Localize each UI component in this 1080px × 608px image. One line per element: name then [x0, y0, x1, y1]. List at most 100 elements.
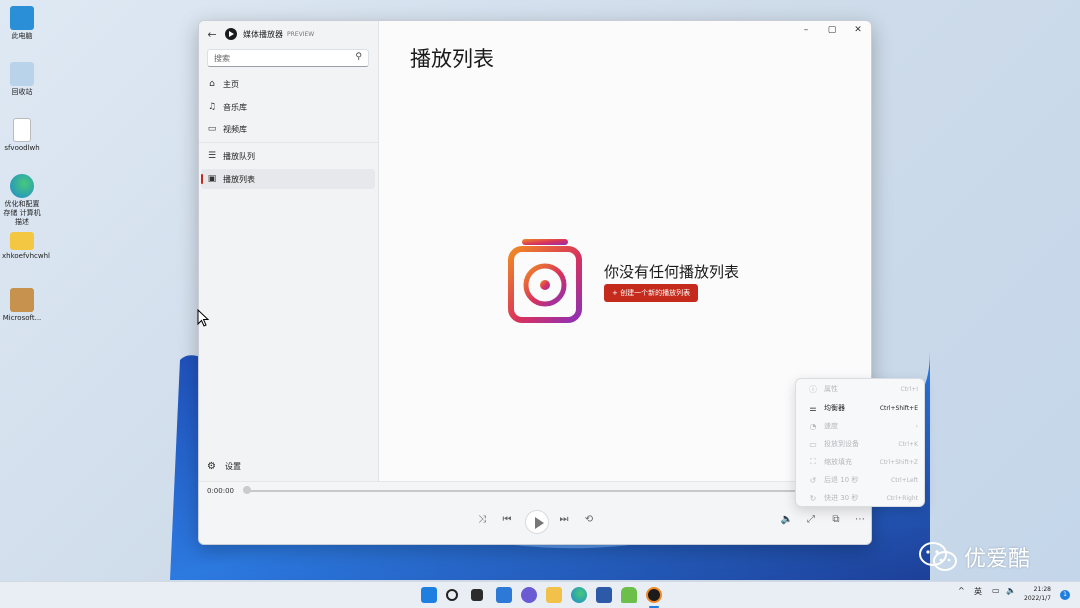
desktop-icon-recycle-bin[interactable]: 回收站 — [2, 62, 42, 97]
menu-item-zoom-fill[interactable]: ⛶ 缩放填充 Ctrl+Shift+Z — [796, 453, 926, 471]
shuffle-icon[interactable]: ⤨ — [472, 514, 492, 525]
equalizer-icon: ⚌ — [809, 403, 817, 413]
minimize-icon[interactable]: – — [793, 25, 819, 35]
desktop-icon-package[interactable]: Microsoft... — [2, 288, 42, 323]
nav-item-label: 音乐库 — [223, 102, 247, 112]
home-icon: ⌂ — [209, 79, 215, 89]
computer-icon — [10, 6, 34, 30]
seek-bar[interactable] — [247, 490, 807, 492]
nav-item-music-library[interactable]: ♫ 音乐库 — [201, 97, 375, 117]
create-playlist-button[interactable]: + 创建一个新的播放列表 — [604, 284, 699, 302]
video-icon: ▭ — [207, 124, 217, 134]
menu-item-shortcut: Ctrl+Shift+E — [879, 404, 918, 412]
speed-icon: ◔ — [809, 421, 817, 431]
menu-item-properties[interactable]: ⓘ 属性 Ctrl+I — [796, 380, 926, 398]
play-button[interactable] — [525, 510, 549, 534]
settings-label: 设置 — [225, 462, 241, 471]
task-view-icon[interactable] — [471, 589, 483, 601]
edge-icon — [10, 174, 34, 198]
desktop-icon-label: 此电脑 — [11, 32, 33, 40]
empty-playlist-icon — [508, 239, 582, 323]
menu-item-shortcut: Ctrl+Shift+Z — [879, 458, 918, 466]
store-icon[interactable] — [596, 587, 612, 603]
clock[interactable]: 21:28 2022/1/7 — [1024, 585, 1051, 603]
desktop-icon-label: xhkoefvhcwhl — [2, 252, 50, 260]
back-arrow-icon[interactable]: ← — [199, 28, 225, 41]
ime-indicator[interactable]: 英 — [974, 586, 982, 597]
elapsed-time: 0:00:00 — [207, 487, 234, 495]
info-icon: ⓘ — [809, 384, 817, 394]
media-player-taskbar-icon[interactable] — [646, 587, 662, 603]
menu-item-forward[interactable]: ↻ 快进 30 秒 Ctrl+Right — [796, 489, 926, 507]
desktop-icon-file[interactable]: sfvoodlwh — [2, 118, 42, 153]
repeat-icon[interactable]: ⟲ — [579, 514, 599, 525]
menu-item-label: 均衡器 — [824, 404, 845, 412]
submenu-chevron-icon: › — [915, 422, 918, 430]
empty-state-message: 你没有任何播放列表 — [604, 263, 740, 281]
menu-item-label: 快进 30 秒 — [824, 494, 859, 502]
seek-thumb[interactable] — [243, 486, 251, 494]
rewind-icon: ↺ — [809, 475, 817, 485]
folder-icon — [10, 232, 34, 250]
notification-badge[interactable]: 1 — [1060, 590, 1070, 600]
edge-icon[interactable] — [571, 587, 587, 603]
desktop-icon-label: 优化和配置存储 计算机 描述 — [3, 200, 41, 226]
nav-item-home[interactable]: ⌂ 主页 — [201, 74, 375, 94]
menu-item-label: 后退 10 秒 — [824, 476, 859, 484]
more-options-icon[interactable]: ⋯ — [850, 514, 870, 525]
cast-icon: ▭ — [809, 439, 817, 449]
forward-icon: ↻ — [809, 493, 817, 503]
network-icon[interactable]: ▭ — [992, 586, 1000, 595]
desktop-icon-folder[interactable]: xhkoefvhcwhl — [2, 232, 50, 261]
wechat-logo-icon — [919, 542, 957, 571]
previous-icon[interactable]: ⏮ — [497, 514, 517, 525]
search-placeholder: 搜索 — [214, 54, 230, 63]
preview-badge: PREVIEW — [287, 30, 315, 38]
nav-item-label: 播放列表 — [223, 174, 255, 184]
maximize-icon[interactable]: ▢ — [819, 25, 845, 35]
search-icon[interactable] — [446, 589, 458, 601]
file-explorer-icon[interactable] — [546, 587, 562, 603]
start-windows-icon[interactable] — [421, 587, 437, 603]
title-bar: ← 媒体播放器 PREVIEW — [199, 21, 379, 47]
tray-chevron-icon[interactable]: ^ — [958, 586, 965, 595]
nav-item-playlists[interactable]: ▣ 播放列表 — [201, 169, 375, 189]
settings-button[interactable]: ⚙ 设置 — [207, 461, 241, 472]
menu-item-shortcut: Ctrl+K — [898, 440, 918, 448]
search-icon[interactable]: ⚲ — [355, 52, 362, 62]
android-icon[interactable] — [621, 587, 637, 603]
menu-item-label: 属性 — [824, 385, 838, 393]
app-title: 媒体播放器 — [243, 29, 283, 39]
menu-item-label: 速度 — [824, 422, 838, 430]
file-icon — [13, 118, 31, 142]
menu-item-shortcut: Ctrl+Right — [886, 494, 918, 502]
menu-item-equalizer[interactable]: ⚌ 均衡器 Ctrl+Shift+E — [796, 399, 926, 417]
mouse-cursor-icon — [197, 309, 209, 327]
music-icon: ♫ — [207, 102, 217, 112]
chat-icon[interactable] — [521, 587, 537, 603]
menu-item-cast[interactable]: ▭ 投放到设备 Ctrl+K — [796, 435, 926, 453]
desktop-icon-edge[interactable]: 优化和配置存储 计算机 描述 — [2, 174, 42, 227]
volume-icon[interactable]: 🔈 — [777, 514, 797, 525]
desktop-icon-label: sfvoodlwh — [4, 144, 40, 152]
volume-icon[interactable]: 🔈 — [1006, 586, 1016, 595]
search-input[interactable]: 搜索 ⚲ — [207, 49, 369, 67]
fullscreen-icon[interactable]: ⤢ — [801, 514, 821, 525]
queue-icon: ☰ — [207, 151, 217, 161]
nav-item-label: 播放队列 — [223, 151, 255, 161]
menu-item-shortcut: Ctrl+I — [900, 385, 918, 393]
widgets-icon[interactable] — [496, 587, 512, 603]
next-icon[interactable]: ⏭ — [554, 514, 574, 525]
desktop-icon-computer[interactable]: 此电脑 — [2, 6, 42, 41]
nav-item-label: 视频库 — [223, 124, 247, 134]
menu-item-rewind[interactable]: ↺ 后退 10 秒 Ctrl+Left — [796, 471, 926, 489]
page-title: 播放列表 — [410, 47, 494, 71]
nav-item-play-queue[interactable]: ☰ 播放队列 — [201, 146, 375, 166]
menu-item-speed[interactable]: ◔ 速度 › — [796, 417, 926, 435]
sidebar: ← 媒体播放器 PREVIEW 搜索 ⚲ ⌂ 主页 ♫ 音乐库 ▭ 视频库 ☰ … — [199, 21, 379, 481]
recycle-bin-icon — [10, 62, 34, 86]
close-icon[interactable]: ✕ — [845, 25, 871, 35]
mini-player-icon[interactable]: ⧉ — [826, 514, 846, 525]
nav-item-video-library[interactable]: ▭ 视频库 — [201, 119, 375, 139]
package-icon — [10, 288, 34, 312]
